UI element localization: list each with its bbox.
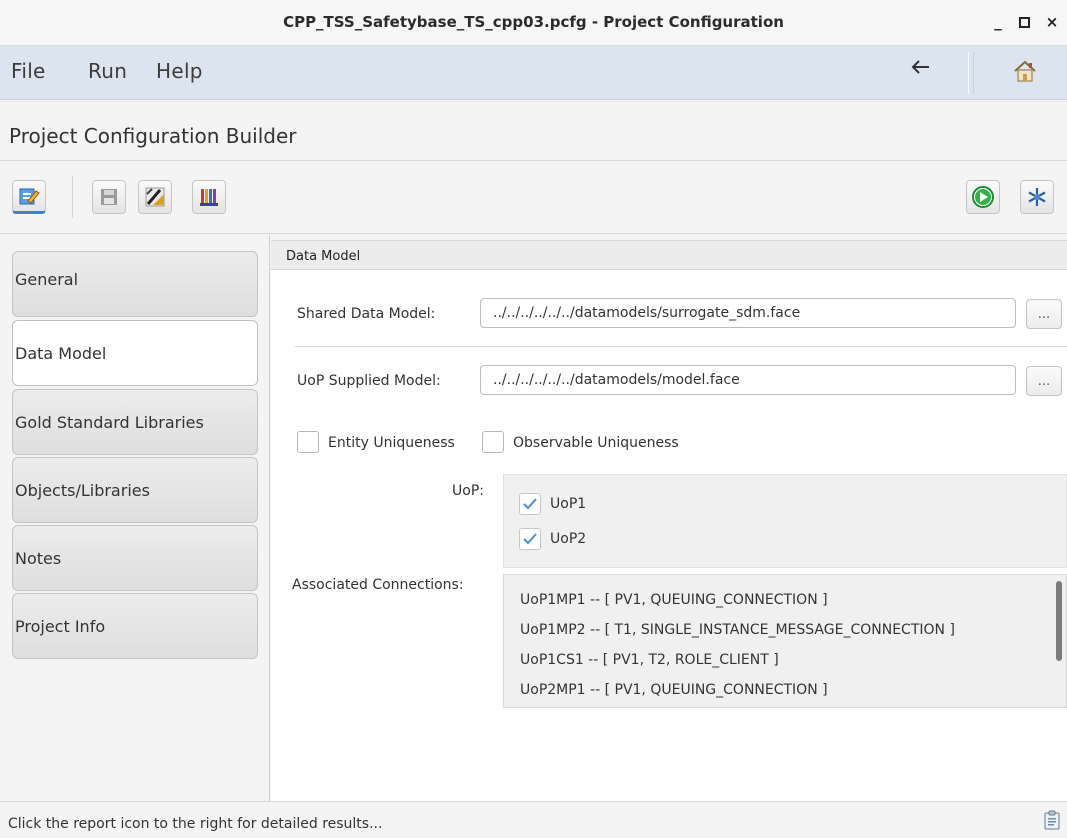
tab-general[interactable]: General: [12, 251, 258, 317]
uop-supplied-model-field[interactable]: ../../../../../../datamodels/model.face: [480, 365, 1016, 395]
tab-gold-standard-libraries[interactable]: Gold Standard Libraries: [12, 389, 258, 455]
divider: [295, 346, 1067, 347]
menu-file[interactable]: File: [11, 59, 46, 83]
home-button[interactable]: [1012, 58, 1038, 84]
tab-gold-standard-libraries-label: Gold Standard Libraries: [15, 412, 204, 432]
home-icon: [1014, 60, 1036, 82]
menu-help[interactable]: Help: [156, 59, 203, 83]
checkmark-icon: [523, 533, 537, 545]
save-icon: [101, 189, 117, 205]
observable-uniqueness-label: Observable Uniqueness: [513, 435, 679, 451]
uop1-checkbox[interactable]: [519, 493, 541, 515]
toolbar-separator: [72, 176, 73, 218]
clear-icon: [145, 187, 165, 207]
title-bar: CPP_TSS_Safetybase_TS_cpp03.pcfg - Proje…: [0, 0, 1067, 46]
window-title: CPP_TSS_Safetybase_TS_cpp03.pcfg - Proje…: [283, 13, 784, 31]
section-title: Data Model: [271, 240, 1067, 270]
library-icon: [200, 189, 218, 206]
associated-connections-label: Associated Connections:: [292, 577, 464, 593]
list-item[interactable]: UoP2MP1 -- [ PV1, QUEUING_CONNECTION ]: [520, 682, 828, 698]
menu-run[interactable]: Run: [88, 59, 127, 83]
data-model-panel: Data Model Shared Data Model: ../../../.…: [271, 240, 1067, 801]
connections-list[interactable]: UoP1MP1 -- [ PV1, QUEUING_CONNECTION ] U…: [503, 574, 1067, 708]
back-arrow-icon: [911, 60, 929, 74]
run-icon: [972, 186, 994, 208]
tab-project-info-label: Project Info: [15, 616, 106, 636]
clear-button[interactable]: [138, 180, 172, 214]
entity-uniqueness-label: Entity Uniqueness: [328, 435, 455, 451]
uop-list: UoP1 UoP2: [503, 474, 1067, 568]
tab-general-label: General: [15, 269, 79, 289]
edit-icon: [19, 188, 40, 205]
list-item[interactable]: UoP1CS1 -- [ PV1, T2, ROLE_CLIENT ]: [520, 652, 779, 668]
entity-uniqueness-checkbox[interactable]: [297, 431, 319, 453]
toolbar: [0, 162, 1067, 234]
report-icon: [1044, 810, 1060, 830]
snowflake-icon: [1028, 188, 1046, 206]
snowflake-button[interactable]: [1020, 180, 1054, 214]
back-button[interactable]: [910, 56, 932, 84]
shared-data-model-field[interactable]: ../../../../../../datamodels/surrogate_s…: [480, 298, 1016, 328]
tab-data-model[interactable]: Data Model: [12, 320, 258, 386]
edit-button[interactable]: [12, 180, 46, 214]
tab-objects-libraries-label: Objects/Libraries: [15, 480, 150, 500]
shared-data-model-label: Shared Data Model:: [297, 306, 436, 322]
list-item[interactable]: UoP1MP2 -- [ T1, SINGLE_INSTANCE_MESSAGE…: [520, 622, 955, 638]
tab-objects-libraries[interactable]: Objects/Libraries: [12, 457, 258, 523]
minimize-button[interactable]: _: [988, 12, 1008, 32]
builder-header: Project Configuration Builder: [0, 101, 1067, 161]
uop-label: UoP:: [452, 483, 484, 499]
sidebar: General Data Model Gold Standard Librari…: [0, 235, 270, 801]
tab-notes-label: Notes: [15, 548, 62, 568]
maximize-button[interactable]: [1014, 12, 1034, 32]
checkmark-icon: [523, 498, 537, 510]
menu-separator: [968, 52, 974, 94]
run-button[interactable]: [966, 180, 1000, 214]
shared-data-model-browse-button[interactable]: ...: [1026, 299, 1062, 329]
report-button[interactable]: [1044, 810, 1060, 830]
uop2-checkbox[interactable]: [519, 528, 541, 550]
menu-bar: File Run Help: [0, 46, 1067, 100]
status-text: Click the report icon to the right for d…: [8, 816, 383, 832]
uop1-label: UoP1: [550, 496, 587, 512]
uop-supplied-model-browse-button[interactable]: ...: [1026, 366, 1062, 396]
maximize-icon: [1018, 16, 1030, 28]
tab-project-info[interactable]: Project Info: [12, 593, 258, 659]
tab-notes[interactable]: Notes: [12, 525, 258, 591]
connections-scrollbar[interactable]: [1056, 581, 1062, 661]
status-bar: Click the report icon to the right for d…: [0, 801, 1067, 838]
list-item[interactable]: UoP1MP1 -- [ PV1, QUEUING_CONNECTION ]: [520, 592, 828, 608]
page-title: Project Configuration Builder: [9, 124, 297, 148]
tab-data-model-label: Data Model: [15, 343, 107, 363]
library-button[interactable]: [192, 180, 226, 214]
close-button[interactable]: ×: [1042, 12, 1062, 32]
uop-supplied-model-label: UoP Supplied Model:: [297, 373, 441, 389]
uop2-label: UoP2: [550, 531, 587, 547]
observable-uniqueness-checkbox[interactable]: [482, 431, 504, 453]
save-button[interactable]: [92, 180, 126, 214]
